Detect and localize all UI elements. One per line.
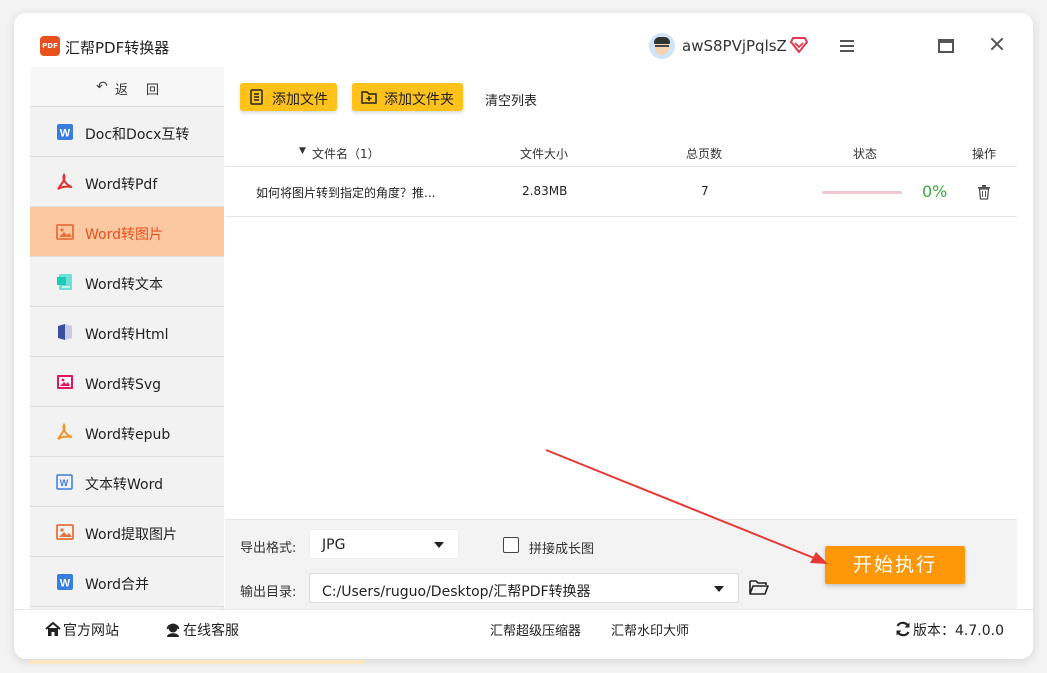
footer-watermark-link[interactable]: 汇帮水印大师 <box>611 620 689 639</box>
image-icon <box>56 224 74 240</box>
word-outline-icon: W <box>56 474 73 490</box>
add-folder-icon <box>361 91 377 104</box>
footer-version-label: 版本：4.7.0.0 <box>913 623 1004 639</box>
output-dir-label: 输出目录: <box>240 585 297 600</box>
column-header-actions: 操作 <box>972 147 997 161</box>
sidebar-item-word-html[interactable]: Word转Html <box>30 307 224 357</box>
refresh-icon <box>896 621 910 637</box>
svg-text:W: W <box>60 478 69 488</box>
pdf-icon <box>57 173 73 190</box>
svg-text:W: W <box>60 578 71 590</box>
output-dir-select[interactable]: C:/Users/ruguo/Desktop/汇帮PDF转换器 <box>309 573 739 603</box>
sidebar-item-label: Word提取图片 <box>85 527 177 543</box>
footer-compressor-link[interactable]: 汇帮超级压缩器 <box>490 620 581 639</box>
sidebar-item-word-svg[interactable]: Word转Svg <box>30 357 224 407</box>
home-icon <box>45 622 61 636</box>
sidebar-item-label: Word转Html <box>85 327 169 343</box>
sidebar: ↶ 返回 W Doc和Docx互转 Word转Pdf Word转图片 Word转… <box>30 67 224 609</box>
sidebar-item-word-epub[interactable]: Word转epub <box>30 407 224 457</box>
sidebar-item-word-image[interactable]: Word转图片 <box>30 207 224 257</box>
footer: 官方网站 在线客服 汇帮超级压缩器 汇帮水印大师 版本：4.7.0.0 <box>14 609 1033 645</box>
maximize-icon[interactable] <box>938 39 954 53</box>
sidebar-item-label: Word转Svg <box>85 377 162 393</box>
back-label: 返回 <box>115 83 178 98</box>
add-file-icon <box>250 89 263 105</box>
epub-icon <box>57 423 73 440</box>
sidebar-item-label: Word转Pdf <box>85 177 158 193</box>
menu-icon[interactable] <box>840 40 854 52</box>
app-title: 汇帮PDF转换器 <box>65 39 170 57</box>
html-icon <box>58 324 72 340</box>
back-button[interactable]: ↶ 返回 <box>30 67 224 107</box>
sidebar-item-doc-docx[interactable]: W Doc和Docx互转 <box>30 107 224 157</box>
image-icon <box>56 524 74 540</box>
add-file-button[interactable]: 添加文件 <box>240 83 337 111</box>
output-dir-value: C:/Users/ruguo/Desktop/汇帮PDF转换器 <box>322 584 591 600</box>
long-image-label[interactable]: 拼接成长图 <box>529 538 594 557</box>
sidebar-item-word-pdf[interactable]: Word转Pdf <box>30 157 224 207</box>
format-label: 导出格式: <box>240 541 297 556</box>
back-arrow-icon: ↶ <box>96 79 108 95</box>
chevron-down-icon <box>434 542 444 548</box>
title-bar: PDF 汇帮PDF转换器 awS8PVjPqlsZ <box>14 13 1033 67</box>
app-window: PDF 汇帮PDF转换器 awS8PVjPqlsZ ↶ 返回 W Doc和Doc… <box>14 13 1033 659</box>
progress-text: 0% <box>922 182 948 201</box>
close-icon[interactable] <box>990 37 1004 51</box>
table-header: ▼ 文件名（1） 文件大小 总页数 状态 操作 <box>225 133 1017 167</box>
sidebar-item-word-merge[interactable]: W Word合并 <box>30 557 224 607</box>
sidebar-item-word-extract-image[interactable]: Word提取图片 <box>30 507 224 557</box>
username[interactable]: awS8PVjPqlsZ <box>682 37 787 55</box>
sidebar-item-text-word[interactable]: W 文本转Word <box>30 457 224 507</box>
format-select[interactable]: JPG <box>309 529 459 559</box>
footer-website-link[interactable]: 官方网站 <box>45 620 119 640</box>
footer-support-link[interactable]: 在线客服 <box>165 620 239 640</box>
avatar[interactable] <box>649 33 675 59</box>
vip-diamond-icon[interactable] <box>790 37 808 53</box>
sidebar-item-label: Word转epub <box>85 427 171 443</box>
footer-version: 版本：4.7.0.0 <box>895 620 1004 640</box>
progress-bar <box>822 191 902 194</box>
add-folder-button[interactable]: 添加文件夹 <box>352 83 463 111</box>
footer-website-label: 官方网站 <box>63 623 119 639</box>
sidebar-item-label: Word合并 <box>85 577 149 593</box>
start-button[interactable]: 开始执行 <box>825 546 965 584</box>
format-value: JPG <box>322 537 346 553</box>
word-icon: W <box>57 124 73 140</box>
column-header-size: 文件大小 <box>520 147 569 161</box>
sidebar-item-label: 文本转Word <box>85 477 163 493</box>
column-header-filename[interactable]: 文件名（1） <box>312 145 380 162</box>
chevron-down-icon <box>714 586 724 592</box>
table-row[interactable]: 如何将图片转到指定的角度？推... 2.83MB 7 0% <box>225 167 1017 217</box>
settings-panel: 导出格式: JPG 拼接成长图 输出目录: C:/Users/ruguo/Des… <box>225 519 1017 609</box>
app-logo-icon: PDF <box>40 36 60 56</box>
svg-image-icon <box>57 375 73 389</box>
headset-icon <box>166 623 180 637</box>
add-folder-label: 添加文件夹 <box>384 92 454 108</box>
add-file-label: 添加文件 <box>272 92 328 108</box>
sidebar-item-word-text[interactable]: Word转文本 <box>30 257 224 307</box>
row-size: 2.83MB <box>522 184 568 198</box>
folder-open-icon[interactable] <box>749 579 769 595</box>
trash-icon[interactable] <box>977 184 991 200</box>
column-header-status: 状态 <box>853 147 878 161</box>
sidebar-item-label: Word转图片 <box>85 227 163 243</box>
long-image-checkbox[interactable] <box>503 537 519 553</box>
sidebar-item-label: Word转文本 <box>85 277 163 293</box>
text-doc-icon <box>57 274 72 290</box>
column-header-pages: 总页数 <box>686 147 723 161</box>
bottom-accent-bar <box>30 660 366 664</box>
sort-desc-icon[interactable]: ▼ <box>299 146 306 156</box>
footer-support-label: 在线客服 <box>183 623 239 639</box>
word-icon: W <box>57 574 73 590</box>
svg-text:W: W <box>60 128 71 140</box>
sidebar-item-label: Doc和Docx互转 <box>85 127 190 143</box>
row-pages: 7 <box>701 184 709 198</box>
clear-list-button[interactable]: 清空列表 <box>485 90 537 109</box>
row-filename: 如何将图片转到指定的角度？推... <box>256 186 436 200</box>
